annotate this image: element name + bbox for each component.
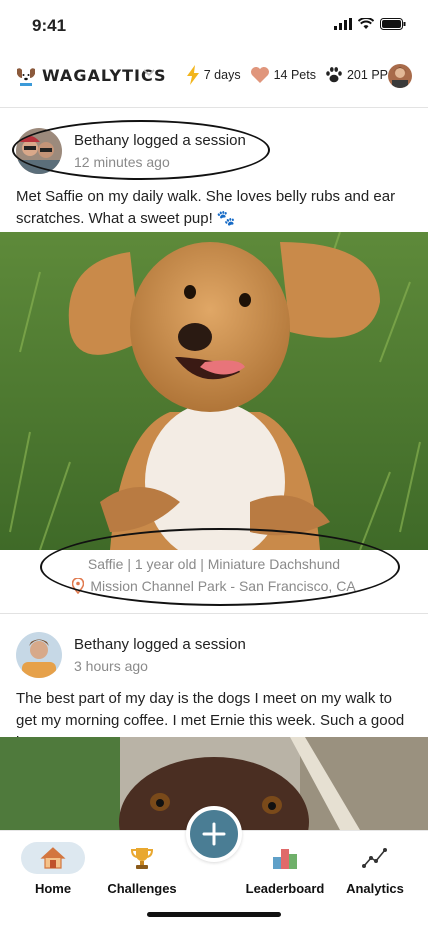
tab-analytics[interactable]: Analytics [330, 841, 420, 896]
pets-stat[interactable]: 14 Pets [250, 66, 316, 84]
feed-post: Bethany logged a session 12 minutes ago … [0, 108, 428, 613]
home-indicator [147, 912, 281, 917]
post-timestamp: 3 hours ago [74, 658, 148, 674]
status-bar: 9:41 [0, 0, 428, 50]
post-text: Met Saffie on my daily walk. She loves b… [16, 188, 396, 227]
battery-icon [380, 18, 406, 30]
trophy-icon [130, 848, 154, 869]
dog-logo-icon [17, 67, 35, 86]
header-stats: 7 days 14 Pets 201 PP [181, 65, 388, 85]
tab-analytics-label: Analytics [346, 881, 404, 896]
signal-icon [334, 18, 352, 30]
chevron-down-icon[interactable] [142, 68, 156, 78]
leaderboard-icon [273, 849, 297, 869]
paw-icon [326, 67, 342, 83]
tab-leaderboard[interactable]: Leaderboard [240, 841, 330, 896]
annotation-ellipse [12, 120, 270, 180]
house-icon [40, 847, 66, 869]
add-session-button[interactable] [186, 806, 242, 862]
streak-label: 7 days [203, 68, 241, 82]
line-chart-icon [362, 848, 387, 868]
profile-avatar[interactable] [388, 64, 412, 88]
feed-post: Bethany logged a session 3 hours ago The… [0, 614, 428, 830]
tab-challenges-label: Challenges [107, 881, 177, 896]
active-tab-indicator [21, 842, 85, 874]
points-stat[interactable]: 201 PP [325, 66, 388, 84]
dog-photo[interactable] [0, 232, 428, 550]
lightning-icon [186, 65, 199, 85]
plus-icon [202, 822, 226, 846]
streak-stat[interactable]: 7 days [186, 65, 241, 85]
author-avatar[interactable] [16, 632, 62, 678]
annotation-ellipse [40, 528, 400, 606]
tab-challenges[interactable]: Challenges [97, 841, 187, 896]
wifi-icon [358, 18, 374, 29]
pets-label: 14 Pets [273, 68, 316, 82]
tab-home[interactable]: Home [8, 841, 98, 896]
status-icons [334, 18, 406, 30]
app-header: WAGALYTICS 7 days 14 Pets 201 PP [0, 52, 428, 108]
post-author: Bethany logged a session [74, 636, 246, 653]
heart-icon [250, 67, 269, 83]
tab-home-label: Home [34, 881, 72, 896]
points-label: 201 PP [346, 68, 388, 82]
status-time: 9:41 [32, 16, 67, 35]
tab-leaderboard-label: Leaderboard [245, 881, 325, 896]
